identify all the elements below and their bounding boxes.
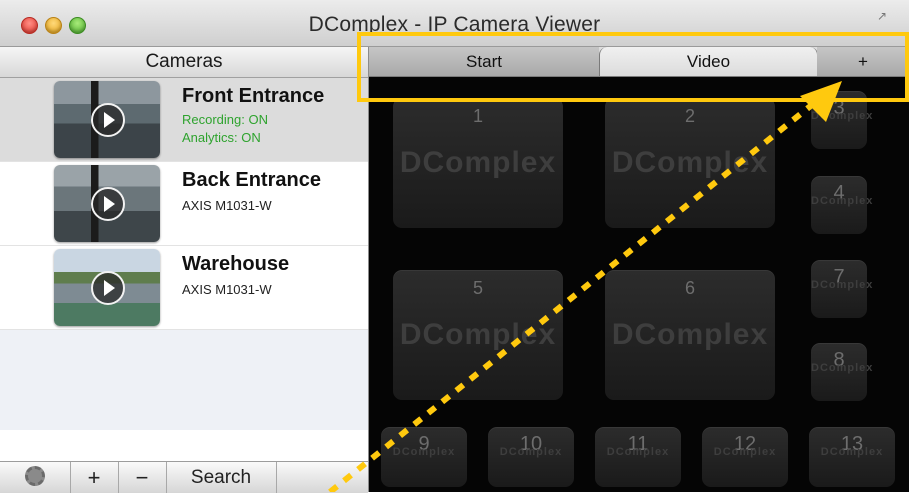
annotation-arrow-line — [328, 97, 820, 492]
annotation-arrow — [328, 81, 842, 492]
annotation-arrow-head — [800, 81, 842, 122]
